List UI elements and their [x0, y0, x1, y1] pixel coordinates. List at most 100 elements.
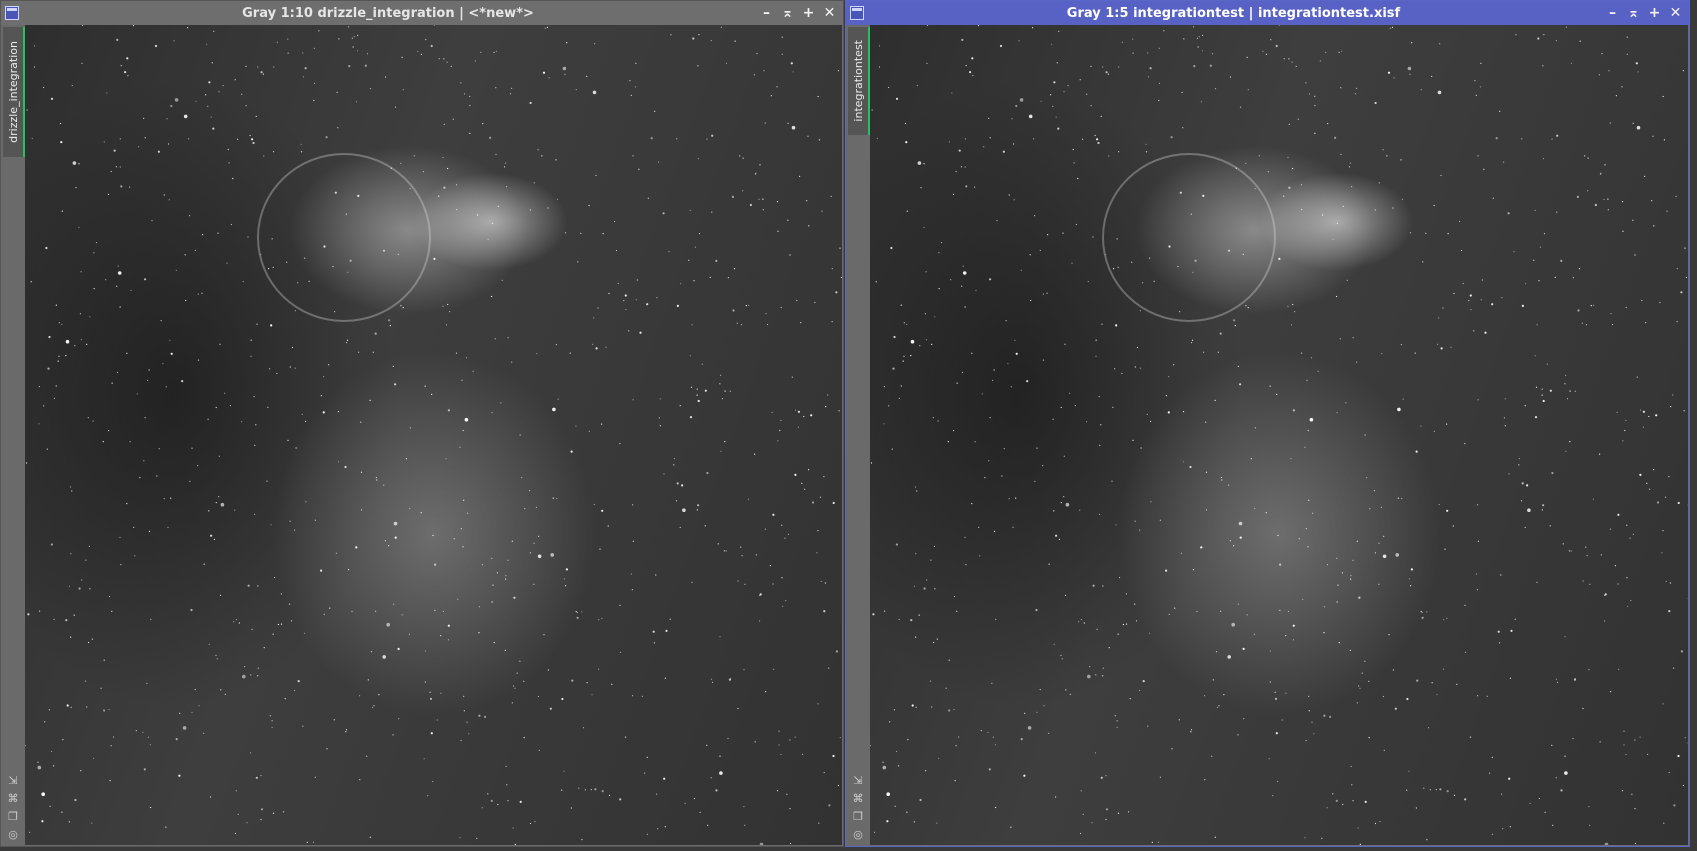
star: [925, 271, 927, 273]
star: [874, 831, 876, 834]
star: [1636, 376, 1638, 378]
star: [182, 726, 187, 730]
window-titlebar[interactable]: Gray 1:5 integrationtest | integrationte…: [846, 1, 1689, 25]
star: [1504, 425, 1506, 427]
star: [693, 280, 695, 282]
shade-button[interactable]: ⌅: [778, 4, 797, 23]
minimize-button[interactable]: –: [757, 4, 776, 23]
star: [636, 279, 638, 281]
star: [1340, 50, 1343, 52]
star: [1305, 528, 1307, 530]
star: [409, 507, 411, 510]
fit-view-icon[interactable]: ⇲: [850, 774, 866, 788]
star: [1453, 794, 1456, 796]
star: [1196, 37, 1198, 39]
view-tab[interactable]: drizzle_integration: [3, 27, 25, 157]
star: [157, 150, 160, 153]
window-titlebar[interactable]: Gray 1:10 drizzle_integration | <*new*> …: [1, 1, 843, 25]
star: [1158, 47, 1160, 49]
star: [1150, 420, 1152, 422]
star: [1094, 134, 1096, 137]
image-window-drizzle-integration[interactable]: Gray 1:10 drizzle_integration | <*new*> …: [0, 0, 844, 847]
image-viewport[interactable]: [25, 25, 842, 845]
star: [592, 343, 594, 345]
star: [1581, 322, 1583, 324]
star: [81, 62, 83, 64]
star: [438, 58, 440, 60]
star: [529, 552, 531, 554]
star: [1617, 583, 1619, 585]
star: [175, 269, 177, 271]
target-icon[interactable]: ◎: [850, 828, 866, 842]
star: [837, 784, 840, 787]
star: [789, 842, 792, 845]
star: [116, 285, 118, 287]
star: [987, 731, 989, 734]
star: [86, 343, 88, 345]
clone-icon[interactable]: ❐: [850, 810, 866, 824]
image-viewport[interactable]: [870, 25, 1688, 845]
star: [1217, 351, 1219, 353]
star: [1621, 790, 1624, 792]
star: [57, 360, 59, 362]
star: [1189, 465, 1192, 469]
star: [1648, 415, 1650, 418]
star: [638, 168, 640, 170]
star: [772, 583, 774, 585]
star: [1095, 355, 1097, 357]
star: [1555, 777, 1557, 779]
star: [1105, 808, 1109, 811]
star: [1291, 61, 1293, 63]
pan-icon[interactable]: ⌘: [5, 792, 21, 806]
star: [1147, 52, 1149, 54]
star: [43, 86, 45, 89]
star: [260, 775, 262, 777]
image-window-integrationtest[interactable]: Gray 1:5 integrationtest | integrationte…: [845, 0, 1690, 847]
maximize-button[interactable]: +: [1645, 4, 1664, 23]
window-icon[interactable]: [5, 6, 19, 20]
close-button[interactable]: ✕: [820, 4, 839, 23]
star: [1634, 254, 1636, 256]
star: [445, 458, 447, 460]
star: [60, 141, 63, 144]
minimize-button[interactable]: –: [1603, 4, 1622, 23]
star: [442, 156, 444, 159]
fit-view-icon[interactable]: ⇲: [5, 774, 21, 788]
star: [144, 278, 147, 281]
star: [552, 407, 556, 412]
star: [1082, 138, 1084, 140]
star: [886, 820, 889, 823]
target-icon[interactable]: ◎: [5, 828, 21, 842]
star: [883, 386, 885, 388]
star: [1586, 555, 1588, 557]
maximize-button[interactable]: +: [799, 4, 818, 23]
shade-button[interactable]: ⌅: [1624, 4, 1643, 23]
star: [51, 750, 53, 753]
clone-icon[interactable]: ❐: [5, 810, 21, 824]
star: [462, 429, 464, 432]
star: [711, 134, 714, 137]
close-button[interactable]: ✕: [1666, 4, 1685, 23]
star: [566, 42, 568, 44]
star: [586, 682, 588, 684]
star: [871, 109, 873, 111]
star: [38, 386, 40, 388]
star: [1566, 398, 1569, 400]
star: [1346, 279, 1348, 281]
star: [1585, 546, 1587, 548]
star: [624, 294, 627, 297]
star: [1456, 683, 1458, 685]
view-tab[interactable]: integrationtest: [848, 27, 870, 135]
star: [495, 87, 497, 89]
workspace-bottom-strip: [0, 847, 1697, 851]
star: [1200, 101, 1202, 103]
star: [1157, 841, 1160, 843]
star: [602, 233, 604, 235]
pan-icon[interactable]: ⌘: [850, 792, 866, 806]
star: [113, 736, 115, 738]
star: [1246, 614, 1248, 616]
star: [595, 347, 598, 350]
star: [260, 253, 262, 255]
window-icon[interactable]: [850, 6, 864, 20]
star: [577, 261, 579, 263]
